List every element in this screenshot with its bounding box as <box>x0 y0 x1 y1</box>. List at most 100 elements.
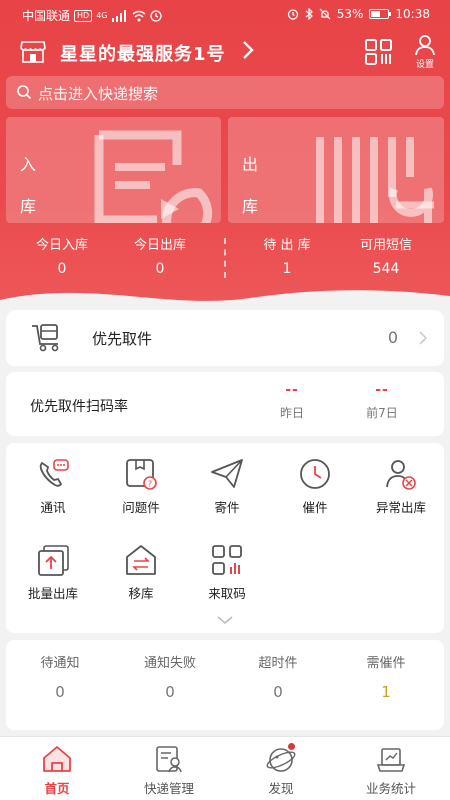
stat-today-out[interactable]: 今日出库 0 <box>110 234 210 277</box>
fn-label: 通讯 <box>40 500 66 515</box>
rate-label: 昨日 <box>279 406 304 420</box>
battery-icon <box>369 9 392 19</box>
stats-divider <box>224 238 226 278</box>
search-placeholder: 点击进入快递搜索 <box>38 85 159 103</box>
notify-value: 0 <box>273 683 283 701</box>
battery-percent: 53% <box>336 7 364 21</box>
settings-label: 设置 <box>415 60 434 70</box>
stat-label: 今日入库 <box>35 238 88 253</box>
scan-rate-label: 优先取件扫码率 <box>30 399 128 415</box>
fn-label: 异常出库 <box>375 500 426 515</box>
battery-level <box>371 11 380 17</box>
notify-overtime[interactable]: 超时件 0 <box>228 652 328 701</box>
chevron-right-icon <box>419 331 428 345</box>
notify-value: 1 <box>381 683 391 701</box>
notification-dot <box>288 743 295 750</box>
scan-rate-yesterday: -- 昨日 <box>262 382 322 421</box>
mute-bell-icon <box>319 8 331 20</box>
clock-icon <box>300 459 330 489</box>
priority-pickup-label: 优先取件 <box>92 330 153 348</box>
statistics-icon <box>376 748 406 772</box>
scan-rate-last7: -- 前7日 <box>352 382 412 421</box>
alarm-icon <box>287 9 298 20</box>
notify-label: 需催件 <box>366 656 406 671</box>
bottom-tab-bar: 首页 快递管理 发现 业务统计 <box>0 736 450 800</box>
top-bar: 星星的最强服务1号 设置 <box>0 32 450 72</box>
stock-in-label-1: 入 <box>20 155 37 174</box>
stat-value: 0 <box>155 261 165 277</box>
stock-in-label-2: 库 <box>20 197 37 216</box>
stat-value: 544 <box>372 261 400 277</box>
stock-out-label-1: 出 <box>242 155 259 174</box>
batch-out-icon <box>38 545 69 576</box>
stat-label: 待 出 库 <box>263 238 311 253</box>
fn-label: 来取码 <box>208 586 246 601</box>
notify-value: 0 <box>165 683 175 701</box>
user-settings-icon <box>415 35 435 56</box>
paper-plane-icon <box>211 459 243 488</box>
store-name[interactable]: 星星的最强服务1号 <box>60 40 226 66</box>
phone-chat-icon <box>39 459 69 487</box>
hd-badge: HD <box>74 9 93 22</box>
fn-send-parcel[interactable]: 寄件 <box>182 457 272 527</box>
notify-label: 超时件 <box>258 656 298 671</box>
stock-out-tile[interactable]: 出 库 <box>228 117 444 223</box>
fn-label: 移库 <box>128 586 154 601</box>
fn-label: 问题件 <box>122 500 160 515</box>
tab-home[interactable]: 首页 <box>12 745 102 797</box>
stat-sms-available[interactable]: 可用短信 544 <box>336 234 436 277</box>
fn-label: 催件 <box>302 500 328 515</box>
carrier-name: 中国联通 <box>22 9 71 23</box>
priority-pickup-card[interactable]: 优先取件 0 <box>6 310 444 366</box>
svg-text:?: ? <box>148 480 152 489</box>
tab-label: 业务统计 <box>365 781 416 796</box>
function-grid: 通讯 ? 问题件 寄件 催件 异常出库 批量出库 移库 来取码 <box>6 443 444 633</box>
notification-card: 待通知 0 通知失败 0 超时件 0 需催件 1 <box>6 640 444 730</box>
stat-label: 可用短信 <box>359 238 412 253</box>
stock-out-illustration-icon <box>316 137 434 223</box>
chevron-right-icon[interactable] <box>240 38 256 62</box>
cart-icon <box>32 324 59 352</box>
fn-problem-parcel[interactable]: ? 问题件 <box>96 457 186 527</box>
stock-out-label-2: 库 <box>242 197 259 216</box>
tab-statistics[interactable]: 业务统计 <box>346 745 436 797</box>
notify-need-urge[interactable]: 需催件 1 <box>336 652 436 701</box>
tab-discover[interactable]: 发现 <box>236 743 326 797</box>
fn-pickup-code[interactable]: 来取码 <box>182 543 272 613</box>
scan-code-icon[interactable] <box>364 38 394 66</box>
notify-label: 通知失败 <box>143 656 196 671</box>
tab-label: 发现 <box>268 781 294 796</box>
stock-in-illustration-icon <box>94 130 213 223</box>
data-sync-icon <box>149 9 162 22</box>
fn-communication[interactable]: 通讯 <box>8 457 98 527</box>
notify-failed[interactable]: 通知失败 0 <box>120 652 220 701</box>
notify-pending[interactable]: 待通知 0 <box>10 652 110 701</box>
network-type: 4G <box>96 11 108 20</box>
search-bar[interactable]: 点击进入快递搜索 <box>6 76 444 109</box>
stats-row: 今日入库 0 今日出库 0 待 出 库 1 可用短信 544 <box>0 234 450 284</box>
problem-parcel-icon: ? <box>126 459 157 490</box>
home-icon <box>43 746 71 772</box>
rate-value: -- <box>375 382 389 398</box>
fn-move-stock[interactable]: 移库 <box>96 543 186 613</box>
settings-button[interactable]: 设置 <box>408 34 442 72</box>
tab-parcel-manage[interactable]: 快递管理 <box>124 745 214 797</box>
tab-label: 快递管理 <box>143 781 194 796</box>
fn-label: 寄件 <box>214 500 240 515</box>
chevron-down-icon[interactable] <box>216 615 234 625</box>
rate-value: -- <box>285 382 299 398</box>
notify-label: 待通知 <box>40 656 80 671</box>
fn-urge[interactable]: 催件 <box>270 457 360 527</box>
stock-in-tile[interactable]: 入 库 <box>6 117 221 223</box>
fn-label: 批量出库 <box>27 586 78 601</box>
stat-value: 1 <box>282 261 292 277</box>
bluetooth-icon <box>305 8 313 20</box>
user-error-icon <box>386 460 416 490</box>
stat-today-in[interactable]: 今日入库 0 <box>12 234 112 277</box>
stat-pending-out[interactable]: 待 出 库 1 <box>237 234 337 277</box>
fn-batch-out[interactable]: 批量出库 <box>8 543 98 613</box>
stat-value: 0 <box>57 261 67 277</box>
move-stock-icon <box>126 545 156 575</box>
pickup-code-icon <box>212 545 242 575</box>
fn-abnormal-out[interactable]: 异常出库 <box>356 457 446 527</box>
